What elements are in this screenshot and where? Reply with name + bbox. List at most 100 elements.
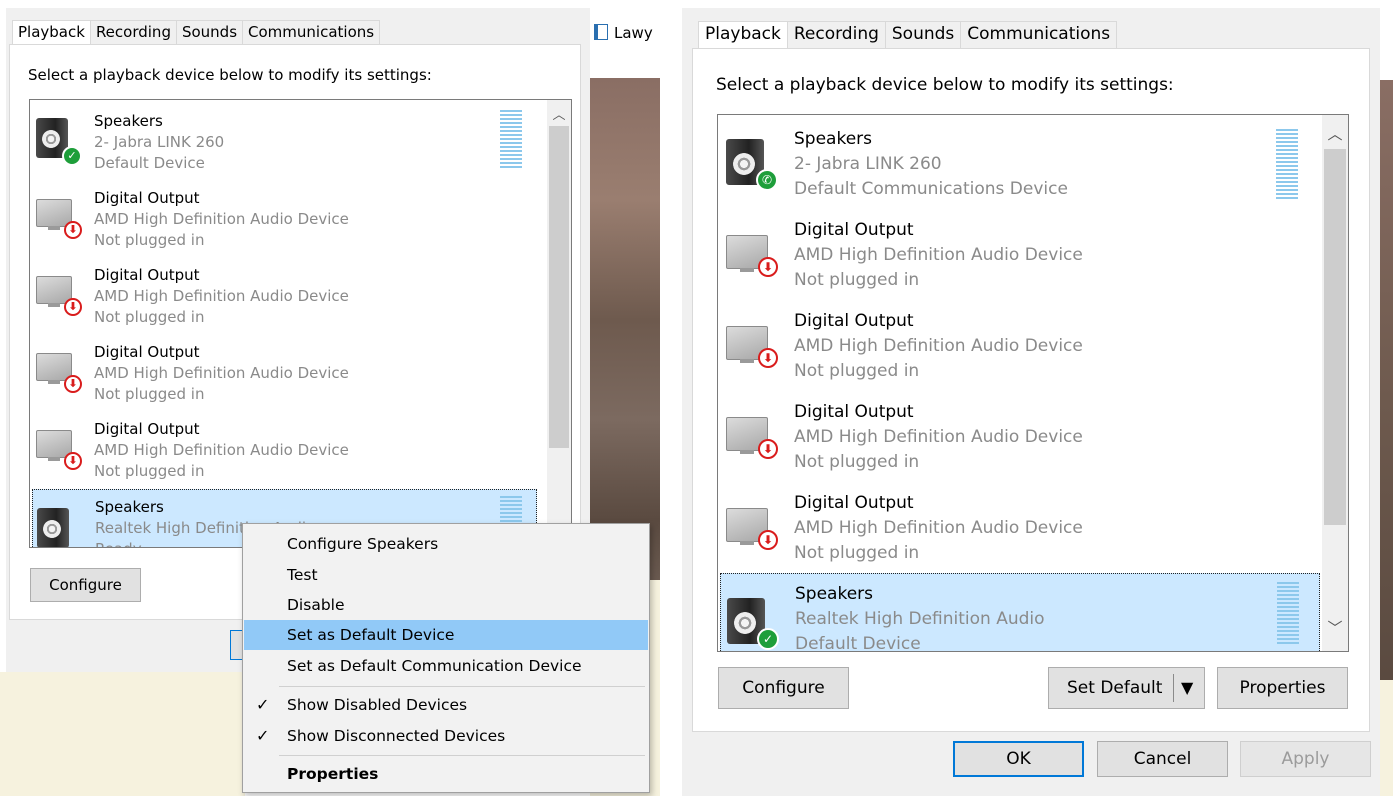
- device-list[interactable]: ✓ Speakers 2- Jabra LINK 260 Default Dev…: [29, 99, 572, 548]
- unplugged-arrow-icon: ⬇: [758, 530, 778, 550]
- unplugged-arrow-icon: ⬇: [64, 221, 82, 239]
- menu-item-set-default-communication[interactable]: Set as Default Communication Device: [244, 651, 648, 681]
- menu-item-test[interactable]: Test: [244, 560, 648, 590]
- tab-playback[interactable]: Playback: [12, 20, 91, 44]
- unplugged-arrow-icon: ⬇: [64, 298, 82, 316]
- tab-recording[interactable]: Recording: [786, 21, 886, 48]
- device-item[interactable]: ✓ Speakers 2- Jabra LINK 260 Default Dev…: [30, 100, 571, 176]
- scrollbar-thumb[interactable]: [549, 126, 569, 448]
- background-edge: [1380, 0, 1393, 796]
- device-name: Digital Output: [94, 189, 200, 207]
- device-status: Not plugged in: [794, 452, 920, 472]
- scroll-down-icon[interactable]: ﹀: [1322, 617, 1348, 638]
- device-description: 2- Jabra LINK 260: [94, 133, 225, 151]
- device-name: Digital Output: [794, 311, 914, 331]
- device-name: Speakers: [94, 112, 163, 130]
- menu-item-properties[interactable]: Properties: [244, 759, 648, 789]
- device-item-selected[interactable]: ✓ Speakers Realtek High Definition Audio…: [720, 573, 1320, 652]
- properties-button[interactable]: Properties: [1217, 667, 1348, 709]
- device-item[interactable]: ⬇ Digital Output AMD High Definition Aud…: [718, 298, 1348, 389]
- device-description: AMD High Definition Audio Device: [794, 427, 1083, 447]
- menu-separator: [279, 686, 645, 687]
- app-title-text: Lawy: [614, 24, 653, 42]
- apply-button[interactable]: Apply: [1240, 741, 1371, 777]
- unplugged-arrow-icon: ⬇: [64, 452, 82, 470]
- menu-item-show-disconnected[interactable]: ✓ Show Disconnected Devices: [244, 721, 648, 751]
- device-list-scrollbar[interactable]: ︿: [547, 100, 571, 547]
- volume-meter: [1276, 129, 1298, 201]
- device-description: AMD High Definition Audio Device: [94, 441, 349, 459]
- tab-sounds[interactable]: Sounds: [175, 20, 244, 44]
- device-list[interactable]: ✆ Speakers 2- Jabra LINK 260 Default Com…: [717, 114, 1349, 652]
- check-icon: ✓: [256, 726, 270, 745]
- menu-item-disable[interactable]: Disable: [244, 590, 648, 620]
- menu-item-label: Show Disconnected Devices: [287, 727, 506, 745]
- tab-communications[interactable]: Communications: [960, 21, 1118, 48]
- device-name: Speakers: [795, 584, 874, 604]
- scroll-up-icon[interactable]: ︿: [1322, 123, 1348, 144]
- cancel-button[interactable]: Cancel: [1097, 741, 1228, 777]
- device-status: Default Device: [795, 634, 921, 652]
- tab-sounds[interactable]: Sounds: [884, 21, 962, 48]
- ok-button[interactable]: OK: [953, 741, 1084, 777]
- device-description: AMD High Definition Audio Device: [794, 518, 1083, 538]
- default-check-icon: ✓: [757, 628, 779, 650]
- unplugged-arrow-icon: ⬇: [64, 375, 82, 393]
- device-description: AMD High Definition Audio Device: [94, 287, 349, 305]
- device-status: Default Device: [94, 154, 205, 172]
- device-name: Digital Output: [794, 220, 914, 240]
- device-item[interactable]: ⬇ Digital Output AMD High Definition Aud…: [30, 331, 571, 407]
- background-document: [0, 672, 245, 796]
- device-description: AMD High Definition Audio Device: [794, 336, 1083, 356]
- scroll-up-icon[interactable]: ︿: [547, 104, 571, 123]
- set-default-label: Set Default: [1067, 678, 1163, 698]
- device-name: Digital Output: [94, 420, 200, 438]
- device-status: Not plugged in: [794, 361, 920, 381]
- device-status: Default Communications Device: [794, 179, 1068, 199]
- tab-playback[interactable]: Playback: [698, 21, 788, 48]
- device-description: AMD High Definition Audio Device: [794, 245, 1083, 265]
- device-item[interactable]: ⬇ Digital Output AMD High Definition Aud…: [30, 408, 571, 484]
- unplugged-arrow-icon: ⬇: [758, 257, 778, 277]
- menu-item-set-default-device[interactable]: Set as Default Device: [244, 620, 648, 650]
- unplugged-arrow-icon: ⬇: [758, 439, 778, 459]
- device-status: Not plugged in: [94, 462, 205, 480]
- configure-button[interactable]: Configure: [30, 568, 141, 602]
- set-default-button[interactable]: Set Default ▼: [1048, 667, 1205, 709]
- device-name: Speakers: [95, 498, 164, 516]
- unplugged-arrow-icon: ⬇: [758, 348, 778, 368]
- device-item[interactable]: ⬇ Digital Output AMD High Definition Aud…: [718, 207, 1348, 298]
- menu-item-show-disabled[interactable]: ✓ Show Disabled Devices: [244, 690, 648, 720]
- device-description: AMD High Definition Audio Device: [94, 364, 349, 382]
- app-icon: [594, 24, 608, 40]
- set-default-divider: [1173, 674, 1174, 702]
- device-description: 2- Jabra LINK 260: [794, 154, 942, 174]
- left-tab-strip: Playback Recording Sounds Communications: [12, 20, 381, 44]
- menu-item-label: Show Disabled Devices: [287, 696, 468, 714]
- menu-item-configure-speakers[interactable]: Configure Speakers: [244, 529, 648, 559]
- device-item[interactable]: ⬇ Digital Output AMD High Definition Aud…: [718, 389, 1348, 480]
- volume-meter: [500, 110, 522, 170]
- instruction-text: Select a playback device below to modify…: [28, 66, 432, 84]
- device-status: Not plugged in: [94, 231, 205, 249]
- check-icon: ✓: [256, 695, 270, 714]
- device-item[interactable]: ⬇ Digital Output AMD High Definition Aud…: [30, 177, 571, 253]
- device-item[interactable]: ✆ Speakers 2- Jabra LINK 260 Default Com…: [718, 115, 1348, 207]
- phone-icon: ✆: [756, 169, 778, 191]
- device-name: Digital Output: [94, 266, 200, 284]
- configure-button[interactable]: Configure: [718, 667, 849, 709]
- tab-recording[interactable]: Recording: [89, 20, 177, 44]
- device-name: Digital Output: [794, 493, 914, 513]
- right-sound-dialog: Playback Recording Sounds Communications…: [682, 8, 1380, 796]
- scrollbar-thumb[interactable]: [1324, 149, 1346, 525]
- device-item[interactable]: ⬇ Digital Output AMD High Definition Aud…: [30, 254, 571, 330]
- device-list-scrollbar[interactable]: ︿ ﹀: [1322, 115, 1348, 651]
- device-item[interactable]: ⬇ Digital Output AMD High Definition Aud…: [718, 480, 1348, 571]
- device-description: AMD High Definition Audio Device: [94, 210, 349, 228]
- background-app-title: Lawy: [594, 24, 653, 42]
- context-menu: Configure Speakers Test Disable Set as D…: [242, 523, 650, 793]
- dropdown-arrow-icon[interactable]: ▼: [1181, 668, 1193, 708]
- device-name: Digital Output: [794, 402, 914, 422]
- tab-communications[interactable]: Communications: [242, 20, 381, 44]
- device-status: Not plugged in: [94, 308, 205, 326]
